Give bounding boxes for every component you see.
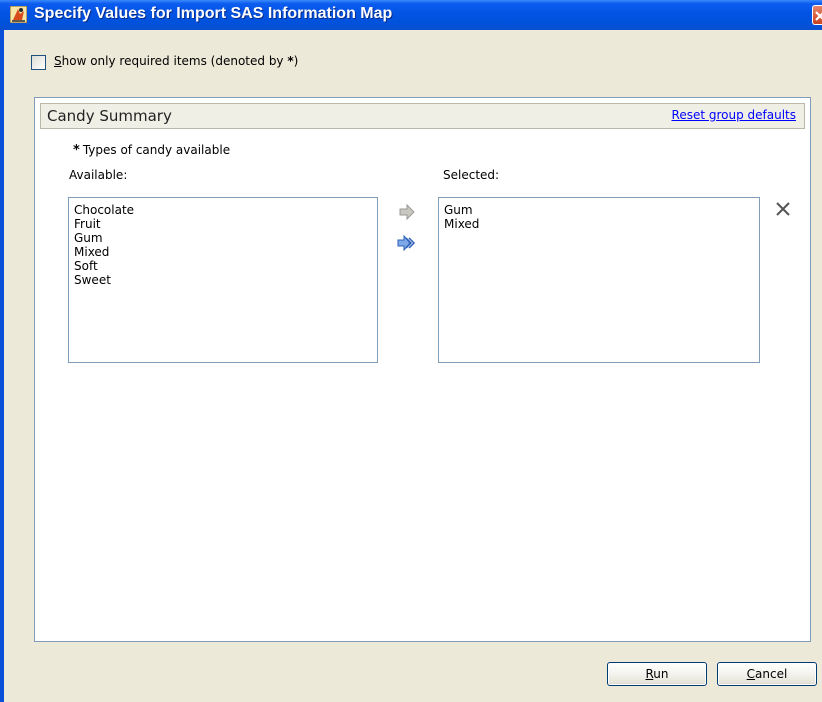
list-item[interactable]: Fruit [74, 217, 372, 231]
required-only-label[interactable]: Show only required items (denoted by *) [54, 54, 298, 68]
list-item[interactable]: Sweet [74, 273, 372, 287]
list-item[interactable]: Mixed [444, 217, 754, 231]
list-item[interactable]: Mixed [74, 245, 372, 259]
selected-listbox[interactable]: Gum Mixed [438, 197, 760, 363]
available-label: Available: [69, 168, 128, 182]
available-listbox[interactable]: Chocolate Fruit Gum Mixed Soft Sweet [68, 197, 378, 363]
remove-x-icon[interactable] [775, 201, 791, 217]
prompt-label: Types of candy available [82, 143, 231, 157]
prompt-group-panel: Candy Summary Reset group defaults * Type… [34, 97, 811, 642]
close-icon[interactable] [812, 5, 822, 25]
sas-wizard-icon [9, 5, 28, 24]
prompt-label-row: * Types of candy available [73, 143, 230, 158]
list-item[interactable]: Gum [444, 203, 754, 217]
required-only-checkbox[interactable] [31, 55, 46, 70]
arrow-right-icon[interactable] [397, 203, 417, 221]
reset-group-defaults-link[interactable]: Reset group defaults [672, 108, 796, 122]
run-button[interactable]: Run [607, 662, 707, 686]
dialog-window: Specify Values for Import SAS Informatio… [0, 0, 822, 702]
list-item[interactable]: Soft [74, 259, 372, 273]
selected-label: Selected: [443, 168, 500, 182]
title-bar[interactable]: Specify Values for Import SAS Informatio… [0, 0, 822, 30]
list-item[interactable]: Gum [74, 231, 372, 245]
required-star-icon: * [73, 143, 80, 158]
double-arrow-right-icon[interactable] [397, 234, 417, 252]
window-title: Specify Values for Import SAS Informatio… [34, 5, 393, 22]
group-title: Candy Summary [47, 107, 172, 125]
list-item[interactable]: Chocolate [74, 203, 372, 217]
group-header: Candy Summary Reset group defaults [40, 103, 805, 129]
cancel-button[interactable]: Cancel [717, 662, 817, 686]
